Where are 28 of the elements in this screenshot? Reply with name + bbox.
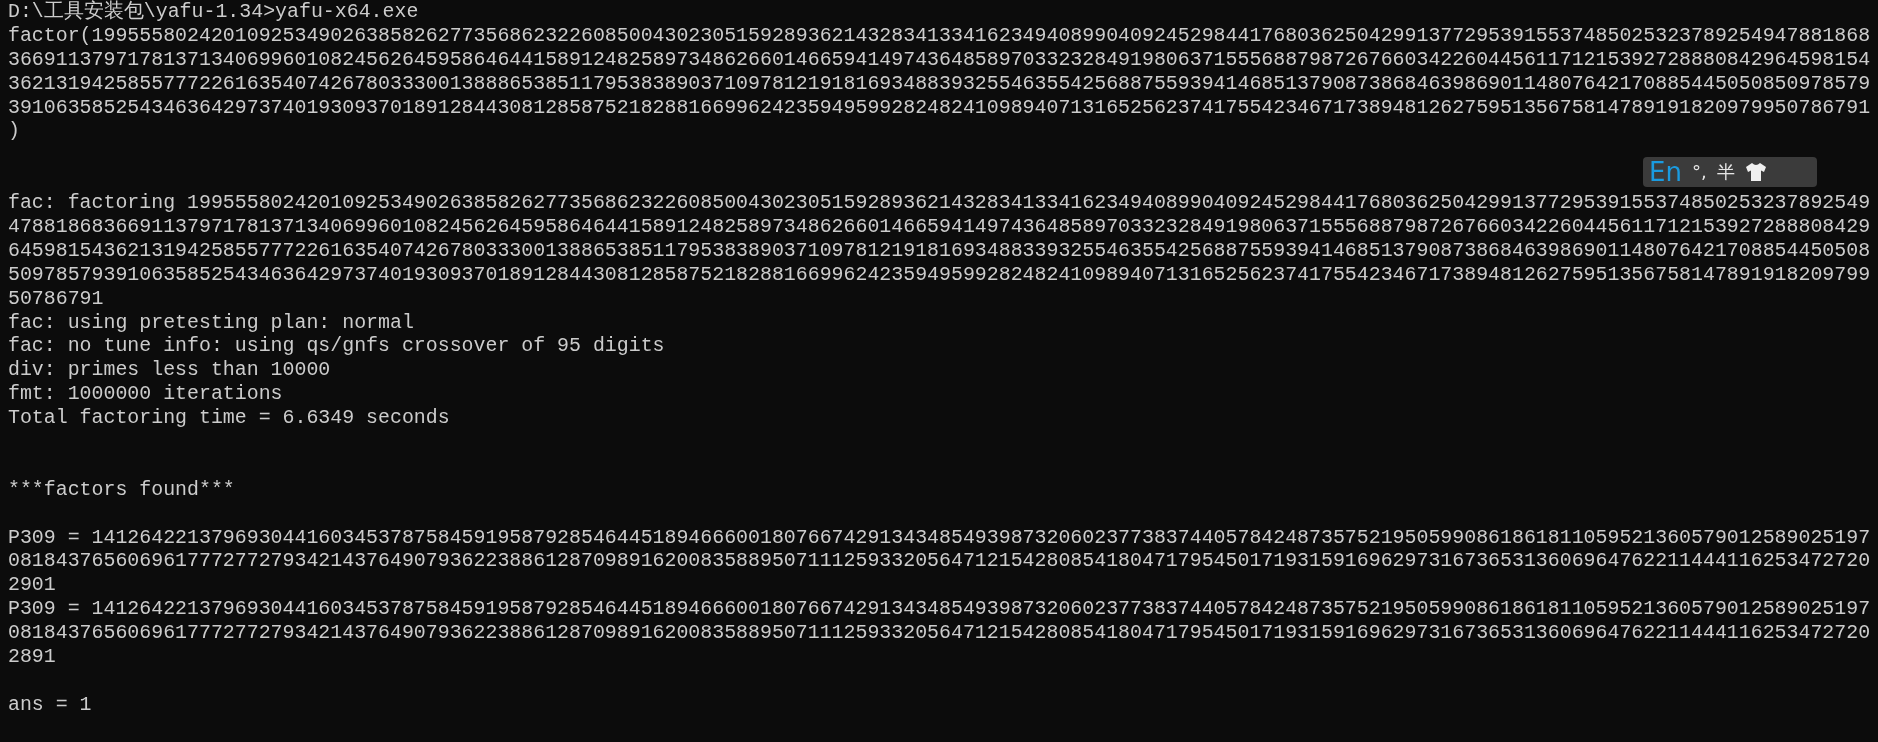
input-mode-toggle[interactable]: En [1649, 159, 1682, 185]
terminal-line: 2891 [8, 645, 56, 669]
terminal-line: 50786791 [8, 286, 104, 311]
terminal-line: D:\工具安装包\yafu-1.34>yafu-x64.exe [8, 0, 419, 24]
terminal-line: factor(19955580242010925349026385826277356862322608500430230515928936214328341334162349408990409245298441768036250429913772953915537485025323789254947881868 [8, 23, 1871, 48]
terminal-line: ) [8, 119, 20, 144]
terminal-line: div: primes less than 10000 [8, 358, 331, 383]
terminal-line: P309 = 14126422137969304416034537875845919587928546445189466600180766742913434854939873206023773837440578424873575219505990861861811059521360579012589025197 [8, 525, 1871, 550]
terminal-line: 645981543621319425855777226163540742678033300138865385117953838903710978121918169348833932554635542568875593941468513790873868463986901148076421708854450508 [8, 238, 1871, 263]
terminal-line: 366911379717813713406996010824562645958646441589124825897348626601466594149743648589703323284919806371555688798726766034226044561171215392728880842964598154 [8, 47, 1871, 72]
terminal-line: 478818683669113797178137134069960108245626459586464415891248258973486266014665941497436485897033232849198063715556887987267660342260445611712153927288808429 [8, 215, 1871, 239]
width-toggle[interactable]: 半 [1716, 163, 1735, 181]
terminal-line: fac: no tune info: using qs/gnfs crossover of 95 digits [8, 334, 665, 359]
terminal-line: fac: using pretesting plan: normal [8, 310, 414, 335]
terminal-line: fmt: 1000000 iterations [8, 382, 283, 407]
shirt-icon[interactable] [1744, 162, 1767, 182]
terminal-line: 509785793910635852543463642973740193093701891284430812858752182881669962423594959928248241098940713165256237417554234671738948126275951356758147891918209799 [8, 262, 1871, 287]
terminal-line: 2901 [8, 573, 56, 598]
terminal-line: Total factoring time = 6.6349 seconds [8, 406, 450, 431]
terminal-line: 081843765606961777277279342143764907936223886128709891620083588950711125933205647121542808541804717954501719315916962973167365313606964762211444116253472720 [8, 549, 1871, 574]
terminal-line: fac: factoring 199555802420109253490263858262773568623226085004302305159289362143283413341623494089904092452984417680362504299137729539155374850253237892549 [8, 191, 1871, 215]
punctuation-toggle[interactable]: °, [1691, 163, 1707, 181]
terminal-line: ans = 1 [8, 692, 92, 717]
terminal-line: 391063585254346364297374019309370189128443081285875218288166996242359495992824824109894071316525623741755423467173894812627595135675814789191820979950786791 [8, 95, 1871, 120]
terminal-line: P309 = 14126422137969304416034537875845919587928546445189466600180766742913434854939873206023773837440578424873575219505990861861811059521360579012589025197 [8, 597, 1871, 622]
terminal-line: 362131942585577722616354074267803330013888653851179538389037109781219181693488393255463554256887559394146851379087386846398690114807642170885445050850978579 [8, 71, 1871, 96]
terminal-line: ***factors found*** [8, 477, 235, 502]
terminal-line: 081843765606961777277279342143764907936223886128709891620083588950711125933205647121542808541804717954501719315916962973167365313606964762211444116253472720 [8, 621, 1871, 646]
